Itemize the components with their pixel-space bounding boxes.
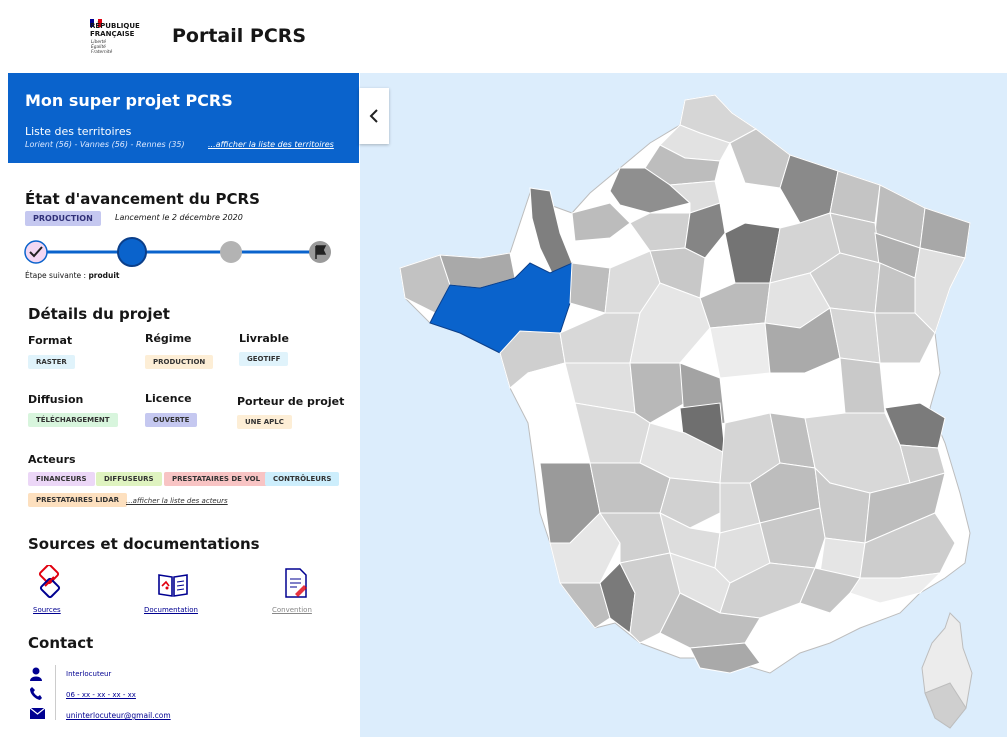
project-banner: Mon super projet PCRS Liste des territoi…: [8, 73, 359, 163]
project-sidebar: Mon super projet PCRS Liste des territoi…: [8, 73, 359, 737]
republique-francaise-logo: RÉPUBLIQUE FRANÇAISE: [90, 22, 140, 38]
actors-link[interactable]: ...afficher la liste des acteurs: [126, 497, 228, 505]
actor-tag-prestataires-lidar: PRESTATAIRES LIDAR: [28, 493, 128, 507]
chevron-left-icon: [369, 109, 378, 123]
licence-tag: OUVERTE: [145, 413, 198, 427]
portal-title[interactable]: Portail PCRS: [172, 25, 306, 47]
step-current-icon: [118, 238, 146, 266]
contact-phone[interactable]: 06 - xx - xx - xx - xx: [66, 691, 136, 699]
person-icon: [30, 667, 42, 681]
step-next-icon: [220, 241, 242, 263]
devise: Liberté Égalité Fraternité: [91, 40, 112, 55]
phone-icon: [30, 687, 42, 700]
licence-label: Licence: [145, 392, 192, 405]
contact-divider: [55, 665, 56, 720]
documentation-link[interactable]: Documentation: [144, 606, 198, 614]
sources-link[interactable]: Sources: [33, 606, 61, 614]
format-label: Format: [28, 334, 73, 347]
progress-stepper: [24, 237, 331, 267]
format-tag: RASTER: [28, 355, 75, 369]
france-departments-map[interactable]: [360, 73, 1007, 737]
actors-heading: Acteurs: [28, 453, 76, 466]
actor-tag-controleurs: CONTRÔLEURS: [265, 472, 340, 486]
collapse-sidebar-button[interactable]: [359, 88, 389, 144]
status-badge: PRODUCTION: [25, 211, 101, 226]
porteur-tag: UNE APLC: [237, 415, 292, 429]
launch-date: Lancement le 2 décembre 2020: [115, 213, 243, 222]
livrable-label: Livrable: [239, 332, 289, 345]
flag-icon: [309, 241, 331, 263]
status-heading: État d'avancement du PCRS: [25, 190, 260, 208]
step-done-icon: [25, 241, 47, 263]
contact-email[interactable]: uninterlocuteur@gmail.com: [66, 711, 171, 720]
actor-tag-financeurs: FINANCEURS: [28, 472, 95, 486]
next-step-value: produit: [88, 271, 120, 280]
project-title: Mon super projet PCRS: [25, 91, 233, 110]
france-map[interactable]: [360, 73, 1007, 737]
contact-heading: Contact: [28, 634, 94, 652]
documentation-icon[interactable]: [157, 571, 189, 599]
rf-line: FRANÇAISE: [90, 29, 135, 38]
actor-tag-diffuseurs: DIFFUSEURS: [96, 472, 162, 486]
sources-heading: Sources et documentations: [28, 535, 260, 553]
actor-tag-prestataires-vol: PRESTATAIRES DE VOL: [164, 472, 269, 486]
regime-tag: PRODUCTION: [145, 355, 214, 369]
regime-label: Régime: [145, 332, 192, 345]
sources-icon[interactable]: [34, 565, 66, 599]
next-step: Étape suivante : produit: [25, 271, 120, 280]
site-header: RÉPUBLIQUE FRANÇAISE Liberté Égalité Fra…: [0, 0, 1007, 73]
territories-link[interactable]: ...afficher la liste des territoires: [208, 140, 334, 149]
territories-label: Liste des territoires: [25, 125, 132, 138]
diffusion-tag: TÉLÉCHARGEMENT: [28, 413, 118, 427]
territories-list: Lorient (56) - Vannes (56) - Rennes (35): [25, 140, 185, 149]
dept-ain: [839, 357, 886, 414]
dept-cher: [709, 322, 771, 379]
porteur-label: Porteur de projet: [237, 395, 345, 408]
mail-icon: [30, 707, 45, 719]
contact-name: Interlocuteur: [66, 670, 112, 678]
devise-line: Fraternité: [91, 50, 113, 55]
next-step-label: Étape suivante :: [25, 271, 87, 280]
marianne-logo: [90, 12, 102, 27]
convention-link[interactable]: Convention: [272, 606, 312, 614]
details-heading: Détails du projet: [28, 305, 170, 323]
diffusion-label: Diffusion: [28, 393, 84, 406]
convention-icon[interactable]: [283, 567, 309, 599]
livrable-tag: GEOTIFF: [239, 352, 289, 366]
